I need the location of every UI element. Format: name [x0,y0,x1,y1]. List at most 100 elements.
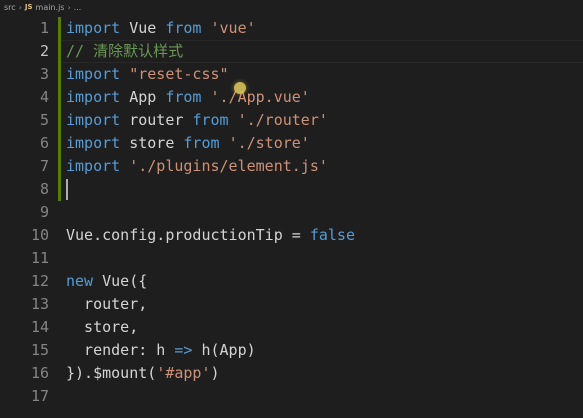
string-token: './plugins/element.js' [129,157,328,175]
line-number: 3 [39,65,49,83]
line-number: 17 [30,387,49,405]
code-text[interactable]: import "reset-css" [66,63,229,86]
javascript-file-icon: JS [24,3,33,11]
code-line[interactable]: 10 Vue.config.productionTip = false [0,224,583,247]
keyword-token: from [165,88,202,106]
code-text[interactable]: }).$mount('#app') [66,362,220,385]
git-modified-indicator[interactable] [58,17,61,40]
identifier-token: Vue [120,19,166,37]
identifier-token: store, [66,318,139,336]
string-token: 'vue' [210,19,256,37]
code-text[interactable]: store, [66,316,138,339]
line-number: 9 [39,203,49,221]
code-line[interactable]: 1 import Vue from 'vue' [0,17,583,40]
identifier-token: router [120,111,193,129]
chevron-right-icon: › [18,2,22,12]
keyword-token: new [66,272,94,290]
breadcrumb-symbol[interactable]: ... [74,3,82,12]
identifier-token: h(App) [192,341,256,359]
code-text[interactable]: Vue.config.productionTip = false [66,224,355,247]
git-modified-indicator[interactable] [58,132,61,155]
breadcrumb-file[interactable]: main.js [36,3,65,12]
string-token: './router' [237,111,328,129]
line-number: 11 [30,249,49,267]
git-modified-indicator[interactable] [58,86,61,109]
line-number: 8 [39,180,49,198]
code-line[interactable]: 7 import './plugins/element.js' [0,155,583,178]
code-text[interactable]: import Vue from 'vue' [66,17,256,40]
line-number: 7 [39,157,49,175]
code-line[interactable]: 11 [0,247,583,270]
keyword-token: import [66,65,121,83]
code-text[interactable]: // 清除默认样式 [66,40,183,63]
code-line[interactable]: 15 render: h => h(App) [0,339,583,362]
line-number: 5 [39,111,49,129]
git-modified-indicator[interactable] [58,40,61,63]
code-line[interactable]: 6 import store from './store' [0,132,583,155]
code-text[interactable]: import router from './router' [66,109,328,132]
identifier-token [201,19,210,37]
keyword-token: from [165,19,202,37]
git-modified-indicator[interactable] [58,178,61,201]
keyword-token: import [66,111,121,129]
keyword-token: import [66,134,121,152]
identifier-token [220,134,229,152]
identifier-token: store [120,134,184,152]
code-line[interactable]: 8 [0,178,583,201]
identifier-token [120,65,129,83]
line-number: 6 [39,134,49,152]
identifier-token [229,111,238,129]
identifier-token: ) [210,364,220,382]
identifier-token: Vue({ [93,272,148,290]
identifier-token: Vue.config.productionTip = [66,226,310,244]
string-token: "reset-css" [129,65,229,83]
code-line[interactable]: 5 import router from './router' [0,109,583,132]
code-line[interactable]: 9 [0,201,583,224]
identifier-token: router, [66,295,148,313]
code-line[interactable]: 16 }).$mount('#app') [0,362,583,385]
git-modified-indicator[interactable] [58,63,61,86]
keyword-token: import [66,19,121,37]
keyword-token: import [66,88,121,106]
identifier-token: }).$mount( [66,364,157,382]
string-token: './App.vue' [210,88,310,106]
identifier-token: render: h [66,341,175,359]
line-number: 13 [30,295,49,313]
code-text[interactable]: import './plugins/element.js' [66,155,328,178]
keyword-token: => [174,341,193,359]
line-number: 4 [39,88,49,106]
code-text[interactable]: import App from './App.vue' [66,86,310,109]
code-line[interactable]: 14 store, [0,316,583,339]
keyword-token: import [66,157,121,175]
text-cursor [66,179,68,200]
keyword-token: from [192,111,229,129]
line-number: 14 [30,318,49,336]
line-number: 15 [30,341,49,359]
code-text[interactable]: import store from './store' [66,132,310,155]
code-line[interactable]: 2 // 清除默认样式 [0,40,583,63]
code-line[interactable]: 4 import App from './App.vue' [0,86,583,109]
code-text[interactable]: render: h => h(App) [66,339,256,362]
chevron-right-icon: › [67,2,71,12]
identifier-token [120,157,129,175]
comment-token: // 清除默认样式 [66,42,184,60]
identifier-token [201,88,210,106]
code-line[interactable]: 17 [0,385,583,408]
code-line[interactable]: 12 new Vue({ [0,270,583,293]
line-number: 2 [39,42,49,60]
git-modified-indicator[interactable] [58,155,61,178]
code-line[interactable]: 3 import "reset-css" [0,63,583,86]
line-number: 1 [39,19,49,37]
keyword-token: false [309,226,355,244]
code-text[interactable]: new Vue({ [66,270,147,293]
identifier-token: App [120,88,166,106]
code-text[interactable]: router, [66,293,147,316]
breadcrumb: src › JS main.js › ... [0,0,583,14]
code-line[interactable]: 13 router, [0,293,583,316]
breadcrumb-folder[interactable]: src [4,3,16,12]
line-number: 10 [30,226,49,244]
line-number: 16 [30,364,49,382]
code-editor[interactable]: 1 import Vue from 'vue' 2 // 清除默认样式 3 import … [0,14,583,418]
string-token: './store' [228,134,310,152]
git-modified-indicator[interactable] [58,109,61,132]
